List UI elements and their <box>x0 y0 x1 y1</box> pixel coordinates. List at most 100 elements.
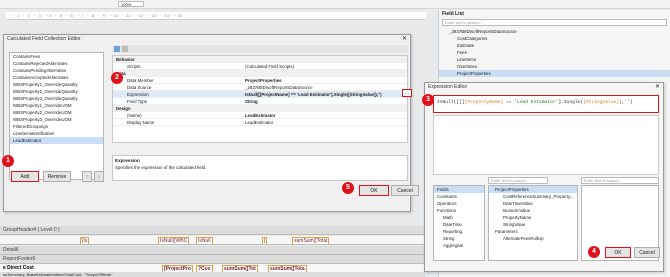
field-tree-item[interactable]: CostCategories <box>439 35 670 42</box>
category-behavior[interactable]: Behavior <box>113 56 407 63</box>
description-panel: Expression Specifies the expression of t… <box>112 155 408 181</box>
calc-field-item[interactable]: LeadEstimator <box>10 137 103 144</box>
band-group-header[interactable]: GroupHeader4 ( Level 0 ) <box>0 226 425 235</box>
expression-input[interactable]: IsNull([[][PropertyName] == 'Lead Estima… <box>433 95 659 113</box>
calc-field-item[interactable]: ContainsPendingAlternates <box>10 67 103 74</box>
expr-tree-item[interactable]: DateTimeValue <box>489 200 577 207</box>
band-label: Detail6 <box>3 247 19 253</box>
field-tree-item[interactable]: _2837B8DIsoftReportsDataSource <box>439 28 670 35</box>
expr-tree-item[interactable]: AlternateFeesRollUp <box>489 235 577 242</box>
band-cells-row: [Is IsNull([WBC IsNull [ sumSum([Total <box>0 236 425 245</box>
close-icon[interactable]: ✕ <box>655 83 660 92</box>
prop-value: String <box>245 99 258 104</box>
expr-search-input[interactable]: Enter text to search... <box>488 177 548 184</box>
expr-token: ),'') <box>618 100 633 105</box>
expr-category-item[interactable]: Functions <box>434 207 484 214</box>
add-button[interactable]: Add <box>11 171 39 182</box>
calc-field-item[interactable]: ContainsRejectedAlternates <box>10 60 103 67</box>
category-design[interactable]: Design <box>113 105 407 112</box>
close-icon[interactable]: ✕ <box>402 35 407 44</box>
prop-label: Expression <box>127 92 149 97</box>
prop-data-member[interactable]: Data Member ProjectProperties <box>113 77 407 84</box>
prop-field-type[interactable]: Field Type String <box>113 98 407 105</box>
prop-scripts[interactable]: Scripts (Calculated Field Scripts) <box>113 63 407 70</box>
calc-field-item[interactable]: LineItemIdentification <box>10 130 103 137</box>
cancel-button[interactable]: Cancel <box>391 185 419 196</box>
field-tree-item[interactable]: Estimate <box>439 42 670 49</box>
ok-button[interactable]: OK <box>359 185 389 196</box>
expr-category-item[interactable]: Fields <box>434 186 484 193</box>
prop-label: Data Source <box>127 85 152 90</box>
expr-search-input-2[interactable]: Enter text to search... <box>581 177 659 184</box>
band-summary[interactable]: eeSummary_BaseEstimateIndirectTotalCost … <box>0 272 425 277</box>
calc-field-item[interactable]: ContainsFees <box>10 53 103 60</box>
prop-expression[interactable]: Expression IsNull([[ProjectName] == 'Lead… <box>113 91 407 98</box>
alphabetical-icon[interactable] <box>122 46 128 52</box>
cell-field[interactable]: sumSum([Total <box>292 237 330 244</box>
categorized-icon[interactable] <box>114 46 120 52</box>
category-data[interactable]: Data <box>113 70 407 77</box>
expr-cancel-button[interactable]: Cancel <box>634 247 660 258</box>
calc-field-list: ContainsFees ContainsRejectedAlternates Co… <box>9 52 104 180</box>
expr-tree-item[interactable]: PropertyName <box>489 214 577 221</box>
field-tree-item[interactable]: Fees <box>439 49 670 56</box>
expression-ellipsis-button[interactable]: … <box>402 89 412 97</box>
expr-function-subitem[interactable]: String <box>434 235 484 242</box>
expr-function-subitem[interactable]: Reporting <box>434 228 484 235</box>
band-detail[interactable]: Detail6 <box>0 246 425 255</box>
field-tree-item[interactable]: LineItems <box>439 56 670 63</box>
step-marker-2: 2 <box>111 72 123 84</box>
expr-function-subitem[interactable]: Math <box>434 214 484 221</box>
expr-tree-item[interactable]: StringValue <box>489 221 577 228</box>
step-marker-5: 5 <box>342 182 354 194</box>
move-down-button[interactable]: ↓ <box>94 171 104 182</box>
expr-field-tree: ProjectProperties CostReferenceSummary_Pr… <box>488 185 578 261</box>
cell-field[interactable]: IsNull([WBC <box>158 237 190 244</box>
prop-label: Data Member <box>127 78 154 83</box>
field-search-input[interactable]: Enter text to search... <box>442 19 667 26</box>
expr-field-token: [PropertyName] <box>464 100 504 105</box>
zoom-select[interactable]: 100% <box>118 1 144 7</box>
calc-field-item[interactable]: WBSProperty3_OverrideQuantity <box>10 95 103 102</box>
calc-field-item[interactable]: WBSProperty2_OverrideUOM <box>10 109 103 116</box>
expr-ok-button[interactable]: OK <box>605 247 631 258</box>
expr-tree-item[interactable]: ProjectProperties <box>489 186 577 193</box>
ruler: · · · 1 · · · 2 · · · 3 · · · 4 · · · 5 … <box>6 12 426 20</box>
prop-label: Scripts <box>127 64 141 69</box>
field-tree-item[interactable]: Overtimes <box>439 63 670 70</box>
property-toolbar <box>112 45 408 53</box>
calc-field-item[interactable]: ContainsAcceptedAlternates <box>10 74 103 81</box>
field-tree-item[interactable]: ProjectProperties <box>439 70 670 77</box>
expr-field-token: [StringValue] <box>583 100 619 105</box>
prop-data-source[interactable]: Data Source _2837B8DIsoftReportsDataSourc… <box>113 84 407 91</box>
expr-token: IsNull([[] <box>437 100 465 105</box>
calc-field-item[interactable]: WBSProperty2_OverrideQuantity <box>10 88 103 95</box>
move-up-button[interactable]: ↑ <box>82 171 92 182</box>
expr-function-subitem[interactable]: Aggregate <box>434 242 484 249</box>
calc-field-item[interactable]: WBSProperty1_OverrideQuantity <box>10 81 103 88</box>
expr-function-subitem[interactable]: DateTime <box>434 221 484 228</box>
expr-tree-item[interactable]: NumericValue <box>489 207 577 214</box>
field-list-title: Field List <box>442 11 464 17</box>
description-text: Specifies the expression of the calculat… <box>115 165 207 170</box>
expr-tree-item[interactable]: CostReferenceSummary_Property... <box>489 193 577 200</box>
expr-category-item[interactable]: Constants <box>434 193 484 200</box>
calc-editor-title: Calculated Field Collection Editor <box>7 36 81 42</box>
cell-field[interactable]: IsNull <box>196 237 213 244</box>
expression-workspace[interactable] <box>433 115 659 175</box>
cell-field[interactable]: [ <box>262 237 268 244</box>
remove-button[interactable]: Remove <box>43 171 71 182</box>
band-label: eeSummary_BaseEstimateIndirectTotalCost … <box>3 272 113 277</box>
prop-name[interactable]: (Name) LeadEstimator <box>113 112 407 119</box>
band-report-footer[interactable]: ReportFooter6 <box>0 255 425 264</box>
expr-tree-item[interactable]: Parameters <box>489 228 577 235</box>
prop-label: Field Type <box>127 99 148 104</box>
cell-field[interactable]: [Is <box>80 237 90 244</box>
step-marker-4: 4 <box>588 246 600 258</box>
calc-field-item[interactable]: WBSProperty3_OverrideUOM <box>10 116 103 123</box>
calc-field-item[interactable]: FilteredGroupings <box>10 123 103 130</box>
expr-category-item[interactable]: Operators <box>434 200 484 207</box>
prop-value: ProjectProperties <box>245 78 282 83</box>
prop-display-name[interactable]: Display Name LeadEstimator <box>113 119 407 126</box>
calc-field-item[interactable]: WBSProperty1_OverrideUOM <box>10 102 103 109</box>
